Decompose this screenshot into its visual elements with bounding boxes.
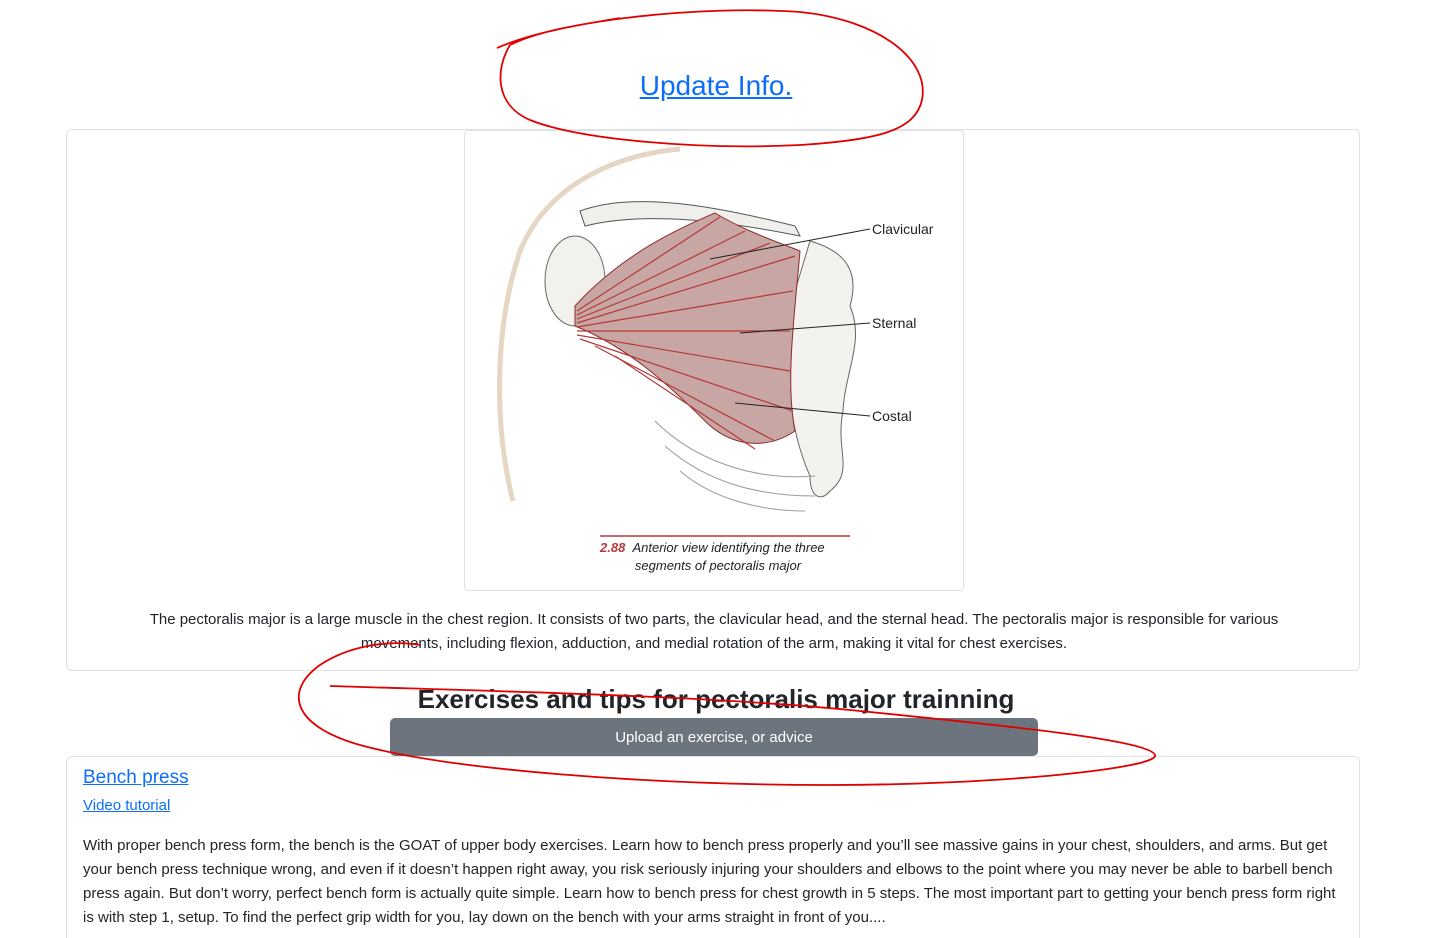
clavicular-label: Clavicular	[872, 221, 934, 237]
video-tutorial-link[interactable]: Video tutorial	[83, 797, 170, 814]
update-info-link[interactable]: Update Info.	[640, 70, 793, 101]
muscle-description: The pectoralis major is a large muscle i…	[149, 611, 1279, 652]
exercise-description: With proper bench press form, the bench …	[83, 837, 1336, 926]
figure-number: 2.88	[599, 540, 626, 555]
exercise-card: Bench press Video tutorial With proper b…	[66, 756, 1360, 938]
exercise-title-link[interactable]: Bench press	[83, 767, 189, 789]
update-info-heading: Update Info.	[0, 70, 1432, 102]
rib	[664, 445, 816, 497]
muscle-info-card: Clavicular Sternal Costal 2.88 Anterior …	[66, 129, 1360, 671]
figure-caption-line1: 2.88 Anterior view identifying the three	[599, 540, 825, 555]
pectoralis-major-muscle	[574, 212, 801, 444]
sternal-label: Sternal	[872, 315, 916, 331]
exercises-section-title: Exercises and tips for pectoralis major …	[417, 684, 1015, 714]
sternum	[787, 240, 857, 498]
muscle-figure: Clavicular Sternal Costal 2.88 Anterior …	[464, 130, 964, 591]
page: Update Info. Clavicular Sternal Costal 2…	[0, 0, 1432, 938]
costal-label: Costal	[872, 408, 912, 424]
pectoralis-anatomy-illustration: Clavicular Sternal Costal 2.88 Anterior …	[497, 146, 934, 573]
upload-exercise-button[interactable]: Upload an exercise, or advice	[390, 718, 1038, 756]
caption-text-1: Anterior view identifying the three	[631, 540, 824, 555]
figure-caption-line2: segments of pectoralis major	[635, 558, 802, 573]
